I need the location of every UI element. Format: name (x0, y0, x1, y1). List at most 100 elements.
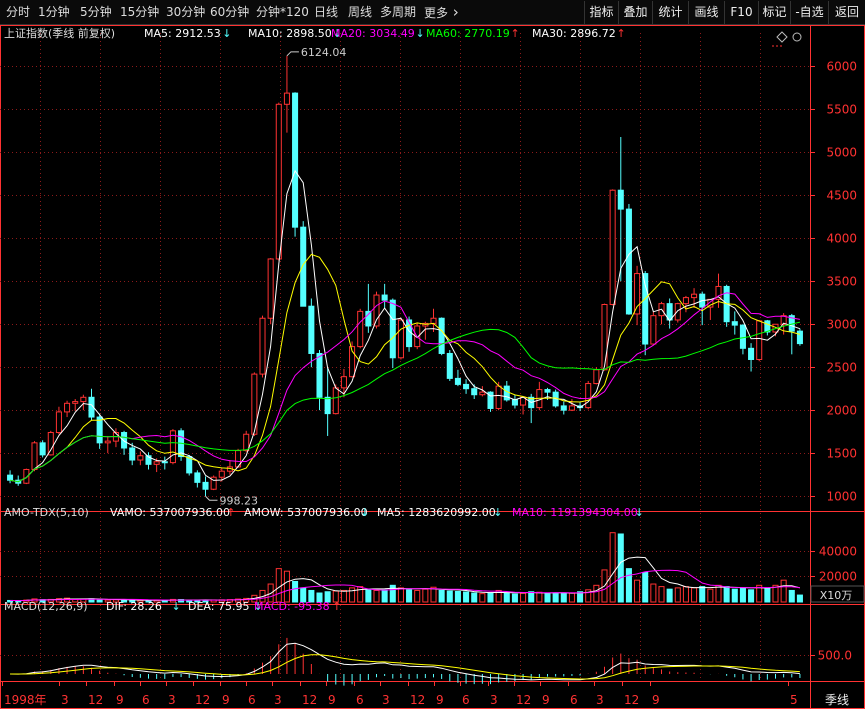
volume-bar-down (731, 588, 738, 603)
volume-bar-down (666, 588, 673, 603)
candle-up (479, 391, 486, 396)
toolbar-button-3[interactable]: 画线 (688, 1, 724, 24)
period-tab-3[interactable]: 15分钟 (120, 0, 159, 25)
period-tab-9[interactable]: 多周期 (380, 0, 416, 25)
macd-histogram-group (17, 637, 801, 686)
candle-down (381, 294, 388, 301)
candle-up (568, 405, 575, 411)
x-axis-label: 3 (168, 693, 176, 707)
volume-bar-up (414, 589, 421, 603)
volume-bar-down (503, 592, 510, 603)
volume-bar-down (487, 592, 494, 603)
volume-bar-down (739, 587, 746, 603)
volume-bar-down (764, 587, 771, 603)
candle-up (80, 396, 87, 403)
candle-up (357, 310, 364, 348)
volume-bar-down (796, 594, 803, 603)
volume-bar-up (536, 591, 543, 603)
candle-up (104, 440, 111, 444)
period-label: 季线 (825, 693, 849, 707)
toolbar-button-7[interactable]: 返回 (828, 1, 865, 24)
x-axis-label: 9 (542, 693, 550, 707)
candle-up (397, 319, 404, 359)
high-marker-line (286, 51, 299, 57)
candle-up (674, 303, 681, 321)
candle-down (438, 317, 445, 354)
x-axis-label: 9 (222, 693, 230, 707)
volume-ma5-line (10, 556, 801, 601)
price-tick-label: 6000 (826, 60, 857, 74)
legend-arrow-0: ↓ (172, 600, 181, 613)
high-annotation: 6124.04 (301, 46, 347, 59)
volume-bar-down (642, 571, 649, 603)
x-axis-label: 3 (490, 693, 498, 707)
toolbar-button-1[interactable]: 叠加 (618, 1, 652, 24)
candle-down (161, 461, 168, 464)
legend-arrow-2: ↓ (416, 27, 425, 40)
legend-item-1: MA10: 2898.50 (248, 27, 332, 40)
period-tab-0[interactable]: 分时 (6, 0, 30, 25)
x-axis-label: 9 (328, 693, 336, 707)
period-tab-8[interactable]: 周线 (348, 0, 372, 25)
diamond-icon (776, 31, 788, 43)
candle-up (650, 315, 657, 345)
x-axis-label: 3 (382, 693, 390, 707)
candle-up (601, 303, 608, 371)
candle-down (748, 347, 755, 360)
period-tab-7[interactable]: 日线 (314, 0, 338, 25)
volume-bar-up (275, 568, 282, 603)
x-axis-label: 9 (116, 693, 124, 707)
ma60-line (10, 321, 801, 483)
more-button[interactable]: 更多 › (424, 0, 459, 25)
macd-tick-label: 500.0 (818, 649, 852, 663)
toolbar-button-2[interactable]: 统计 (652, 1, 688, 24)
volume-bar-up (283, 570, 290, 603)
period-tab-1[interactable]: 1分钟 (38, 0, 70, 25)
candle-down (292, 92, 299, 228)
candle-up (47, 432, 54, 456)
period-tab-5[interactable]: 60分钟 (210, 0, 249, 25)
period-tab-4[interactable]: 30分钟 (166, 0, 205, 25)
legend-item-0: DIF: 28.26 (106, 600, 162, 613)
x-axis-label: 9 (436, 693, 444, 707)
candle-up (275, 103, 282, 260)
toolbar-button-4[interactable]: F10 (724, 1, 758, 24)
price-tick-label: 5000 (826, 146, 857, 160)
x-axis-label: 12 (88, 693, 103, 707)
volume-bar-up (609, 532, 616, 603)
volume-bars-group (7, 532, 803, 603)
period-tab-6[interactable]: 分钟*120 (256, 0, 309, 25)
volume-bar-down (365, 588, 372, 603)
circle-icon (792, 32, 802, 42)
toolbar-button-6[interactable]: -自选 (790, 1, 828, 24)
price-tick-label: 4500 (826, 189, 857, 203)
price-panel-title: 上证指数(季线 前复权) (4, 26, 115, 40)
x-axis-label: 3 (596, 693, 604, 707)
volume-bar-up (422, 588, 429, 603)
candle-up (691, 293, 698, 299)
volume-bar-up (691, 587, 698, 603)
period-toolbar: 分时 1分钟 5分钟 15分钟 30分钟 60分钟 分钟*120 日线 周线 多周期 更多 › 指标叠… (0, 0, 865, 25)
toolbar-button-0[interactable]: 指标 (584, 1, 618, 24)
legend-item-3: MA10: 1191394304.00 (512, 506, 638, 519)
x-axis-label: 5 (790, 693, 798, 707)
price-tick-label: 3500 (826, 275, 857, 289)
candle-down (796, 330, 803, 345)
candle-up (218, 470, 225, 478)
legend-item-0: VAMO: 537007936.00 (110, 506, 230, 519)
x-axis-label: 12 (410, 693, 425, 707)
volume-panel-title: AMO-TDX(5,10) (4, 506, 89, 519)
candle-up (593, 369, 600, 385)
period-tab-2[interactable]: 5分钟 (80, 0, 112, 25)
candle-up (267, 258, 274, 319)
x-axis-label: 6 (462, 693, 470, 707)
volume-bar-up (715, 584, 722, 603)
candle-up (283, 92, 290, 105)
x-axis-label: 1998年 (4, 693, 47, 707)
volume-bar-up (397, 587, 404, 603)
candle-up (259, 317, 266, 375)
toolbar-button-5[interactable]: 标记 (758, 1, 790, 24)
macd-dea-line (10, 654, 800, 680)
candle-up (64, 402, 71, 413)
x-axis-label: 12 (195, 693, 210, 707)
